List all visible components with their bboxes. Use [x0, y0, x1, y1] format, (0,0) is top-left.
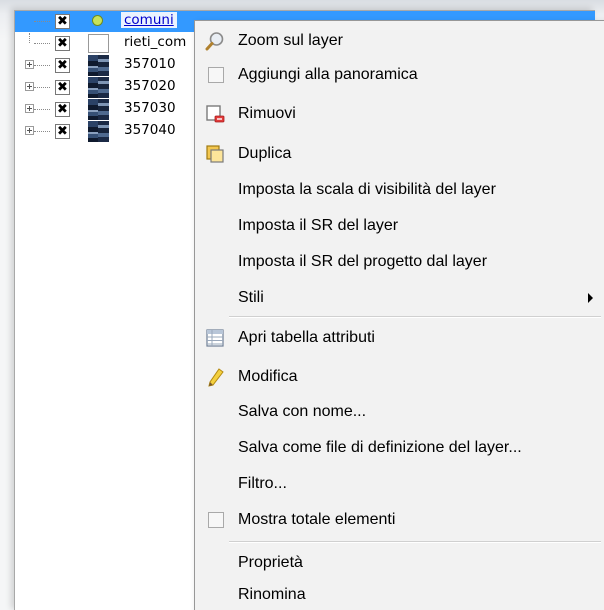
menu-item-save-definition[interactable]: Salva come file di definizione del layer…	[196, 432, 602, 464]
menu-item-filter[interactable]: Filtro...	[196, 468, 602, 500]
menu-item-set-scale-visibility[interactable]: Imposta la scala di visibilità del layer	[196, 174, 602, 206]
layer-name[interactable]: 357030	[124, 100, 176, 116]
tree-connector	[34, 109, 50, 110]
menu-item-set-layer-crs[interactable]: Imposta il SR del layer	[196, 210, 602, 242]
menu-label: Duplica	[238, 145, 292, 162]
expand-icon[interactable]	[25, 82, 34, 91]
menu-item-set-project-crs[interactable]: Imposta il SR del progetto dal layer	[196, 246, 602, 278]
qgis-window: ✖ comuni ✖ rieti_com ✖ 357010 ✖ 357020 ✖…	[0, 0, 604, 610]
menu-label: Modifica	[238, 368, 298, 385]
layer-name[interactable]: comuni	[121, 12, 177, 28]
menu-item-show-feature-count[interactable]: Mostra totale elementi	[196, 504, 602, 536]
vector-polygon-icon	[88, 34, 109, 53]
zoom-magnifier-icon	[205, 32, 224, 51]
layer-visibility-checkbox[interactable]: ✖	[55, 102, 70, 117]
menu-item-edit[interactable]: Modifica	[196, 361, 602, 393]
layer-visibility-checkbox[interactable]: ✖	[55, 14, 70, 29]
menu-label: Rinomina	[238, 586, 306, 603]
layer-name[interactable]: 357040	[124, 122, 176, 138]
tree-connector	[34, 65, 50, 66]
layer-context-menu: Zoom sul layer Aggiungi alla panoramica …	[194, 20, 604, 610]
raster-icon	[88, 99, 109, 120]
layer-name[interactable]: 357020	[124, 78, 176, 94]
menu-item-styles[interactable]: Stili	[196, 282, 602, 314]
menu-label: Imposta il SR del progetto dal layer	[238, 253, 488, 270]
menu-label: Stili	[238, 289, 264, 306]
overview-checkbox[interactable]	[208, 67, 224, 83]
menu-item-duplicate[interactable]: Duplica	[196, 138, 602, 170]
layer-visibility-checkbox[interactable]: ✖	[55, 36, 70, 51]
menu-item-rename[interactable]: Rinomina	[196, 579, 602, 610]
menu-label: Zoom sul layer	[238, 32, 343, 49]
layer-name[interactable]: rieti_com	[124, 34, 186, 50]
raster-icon	[88, 121, 109, 142]
menu-label: Aggiungi alla panoramica	[238, 66, 418, 83]
feature-count-checkbox[interactable]	[208, 512, 224, 528]
duplicate-layer-icon	[206, 145, 224, 163]
vector-point-icon	[92, 15, 103, 26]
menu-label: Filtro...	[238, 475, 287, 492]
menu-label: Imposta la scala di visibilità del layer	[238, 181, 496, 198]
raster-icon	[88, 77, 109, 98]
menu-label: Imposta il SR del layer	[238, 217, 399, 234]
menu-label: Apri tabella attributi	[238, 329, 375, 346]
remove-layer-icon	[206, 105, 225, 123]
menu-item-open-attribute-table[interactable]: Apri tabella attributi	[196, 322, 602, 354]
tree-connector	[34, 21, 50, 22]
layer-visibility-checkbox[interactable]: ✖	[55, 80, 70, 95]
expand-icon[interactable]	[25, 104, 34, 113]
menu-separator	[229, 541, 601, 543]
layer-visibility-checkbox[interactable]: ✖	[55, 58, 70, 73]
tree-connector	[34, 131, 50, 132]
menu-label: Salva come file di definizione del layer…	[238, 439, 522, 456]
expand-icon[interactable]	[25, 126, 34, 135]
menu-item-remove[interactable]: Rimuovi	[196, 98, 602, 130]
tree-connector	[34, 43, 50, 44]
attribute-table-icon	[206, 329, 224, 347]
submenu-arrow-icon	[588, 293, 593, 303]
menu-label: Salva con nome...	[238, 403, 367, 420]
menu-item-zoom-layer[interactable]: Zoom sul layer	[196, 25, 602, 57]
menu-label: Mostra totale elementi	[238, 511, 396, 528]
menu-separator	[229, 316, 601, 318]
menu-item-properties[interactable]: Proprietà	[196, 547, 602, 579]
menu-label: Rimuovi	[238, 105, 296, 122]
menu-label: Proprietà	[238, 554, 303, 571]
layer-name[interactable]: 357010	[124, 56, 176, 72]
menu-item-add-overview[interactable]: Aggiungi alla panoramica	[196, 59, 602, 91]
layer-visibility-checkbox[interactable]: ✖	[55, 124, 70, 139]
raster-icon	[88, 55, 109, 76]
expand-icon[interactable]	[25, 60, 34, 69]
tree-connector	[29, 33, 30, 43]
pencil-icon	[208, 368, 224, 387]
menu-item-save-as[interactable]: Salva con nome...	[196, 396, 602, 428]
tree-connector	[34, 87, 50, 88]
